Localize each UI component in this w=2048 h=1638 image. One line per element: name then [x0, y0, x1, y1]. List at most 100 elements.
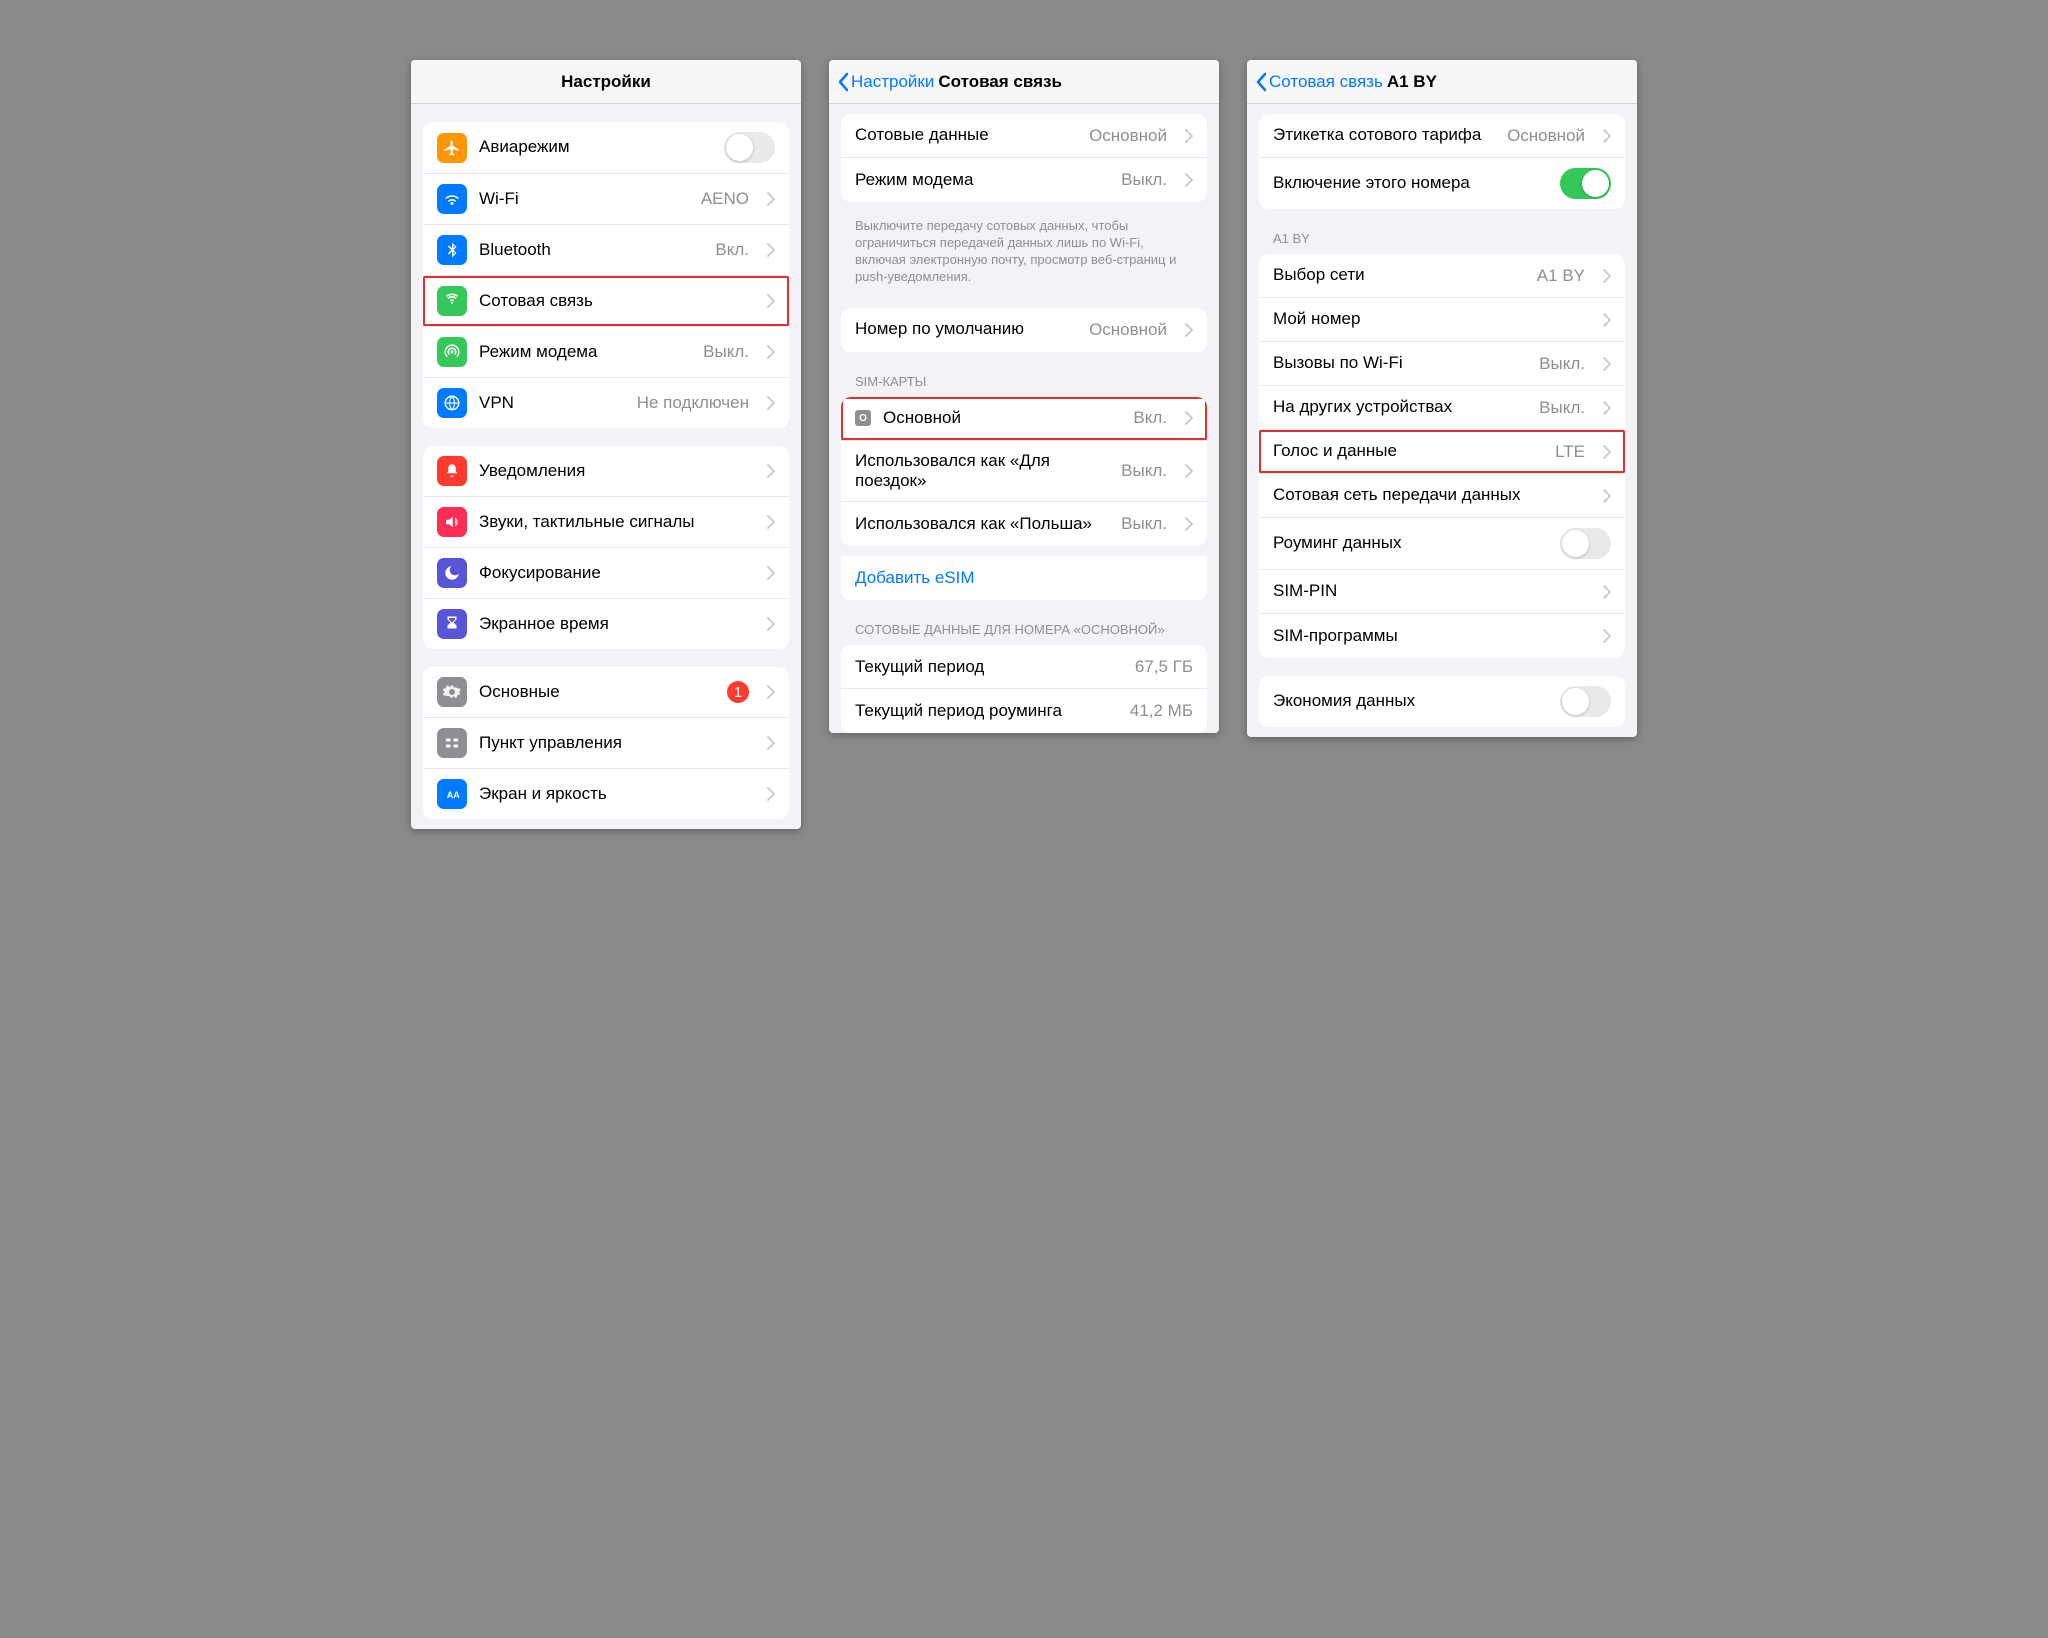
row-label: Основной	[883, 408, 1121, 428]
chevron-right-icon	[767, 566, 775, 580]
chevron-right-icon	[1603, 585, 1611, 599]
settings-row[interactable]: Пункт управления	[423, 718, 789, 769]
nav-title: Сотовая связь	[938, 72, 1062, 92]
chevron-right-icon	[767, 617, 775, 631]
row-value: Основной	[1507, 126, 1585, 146]
row-value: Основной	[1089, 320, 1167, 340]
row-label: Фокусирование	[479, 563, 749, 583]
toggle[interactable]	[1560, 168, 1611, 199]
airplane-icon	[437, 133, 467, 163]
settings-row[interactable]: Уведомления	[423, 446, 789, 497]
settings-row[interactable]: Использовался как «Польша» Выкл.	[841, 502, 1207, 546]
chevron-right-icon	[767, 736, 775, 750]
settings-row[interactable]: Роуминг данных	[1259, 518, 1625, 570]
settings-row[interactable]: Режим модемаВыкл.	[841, 158, 1207, 202]
settings-row[interactable]: Экономия данных	[1259, 676, 1625, 727]
chevron-right-icon	[1603, 489, 1611, 503]
chevron-right-icon	[1185, 464, 1193, 478]
settings-row[interactable]: Использовался как «Для поездок»Выкл.	[841, 441, 1207, 503]
usage-header: СОТОВЫЕ ДАННЫЕ ДЛЯ НОМЕРА «ОСНОВНОЙ»	[829, 616, 1219, 643]
row-label: SIM-программы	[1273, 626, 1585, 646]
row-value: AENO	[701, 189, 749, 209]
chevron-right-icon	[767, 396, 775, 410]
row-label: Экранное время	[479, 614, 749, 634]
toggle[interactable]	[1560, 686, 1611, 717]
row-label: Голос и данные	[1273, 441, 1543, 461]
back-button[interactable]: Сотовая связь	[1255, 72, 1383, 92]
row-label: На других устройствах	[1273, 397, 1527, 417]
row-value: Выкл.	[703, 342, 749, 362]
cellular-data-note: Выключите передачу сотовых данных, чтобы…	[829, 212, 1219, 290]
vpn-icon	[437, 388, 467, 418]
bell-icon	[437, 456, 467, 486]
add-esim-button[interactable]: Добавить eSIM	[841, 556, 1207, 600]
toggle[interactable]	[1560, 528, 1611, 559]
row-label: Выбор сети	[1273, 265, 1525, 285]
settings-row[interactable]: Номер по умолчаниюОсновной	[841, 308, 1207, 352]
row-value: A1 BY	[1537, 266, 1585, 286]
chevron-right-icon	[767, 294, 775, 308]
svg-text:AA: AA	[447, 790, 460, 800]
settings-row[interactable]: Этикетка сотового тарифаОсновной	[1259, 114, 1625, 158]
chevron-right-icon	[1603, 401, 1611, 415]
chevron-right-icon	[1185, 129, 1193, 143]
row-value: Выкл.	[1539, 354, 1585, 374]
settings-row[interactable]: Режим модема Выкл.	[423, 327, 789, 378]
settings-row[interactable]: O Основной Вкл.	[841, 397, 1207, 441]
settings-row[interactable]: VPNНе подключен	[423, 378, 789, 428]
row-label: Вызовы по Wi-Fi	[1273, 353, 1527, 373]
settings-row[interactable]: Сотовые данныеОсновной	[841, 114, 1207, 158]
nav-bar: Сотовая связь A1 BY	[1247, 60, 1637, 104]
settings-row[interactable]: Текущий период67,5 ГБ	[841, 645, 1207, 689]
chevron-right-icon	[767, 515, 775, 529]
settings-row[interactable]: Экранное время	[423, 599, 789, 649]
settings-row[interactable]: Bluetooth Вкл.	[423, 225, 789, 276]
bluetooth-icon	[437, 235, 467, 265]
chevron-right-icon	[767, 464, 775, 478]
settings-row[interactable]: AA Экран и яркость	[423, 769, 789, 819]
toggle[interactable]	[724, 132, 775, 163]
row-label: Bluetooth	[479, 240, 703, 260]
row-value: Вкл.	[1133, 408, 1167, 428]
settings-row[interactable]: Выбор сети A1 BY	[1259, 254, 1625, 298]
sim-cards-header: SIM-КАРТЫ	[829, 368, 1219, 395]
back-label: Настройки	[851, 72, 934, 92]
row-value: Выкл.	[1121, 514, 1167, 534]
nav-title: Настройки	[561, 72, 651, 92]
settings-row[interactable]: Основные1	[423, 667, 789, 718]
row-label: Режим модема	[479, 342, 691, 362]
row-label: Сотовая сеть передачи данных	[1273, 485, 1585, 505]
settings-row[interactable]: Мой номер	[1259, 298, 1625, 342]
chevron-right-icon	[1185, 411, 1193, 425]
row-value: Выкл.	[1121, 461, 1167, 481]
settings-row[interactable]: Включение этого номера	[1259, 158, 1625, 209]
settings-row[interactable]: Голос и данныеLTE	[1259, 430, 1625, 474]
settings-row[interactable]: Wi-FiAENO	[423, 174, 789, 225]
row-label: Текущий период роуминга	[855, 701, 1118, 721]
back-label: Сотовая связь	[1269, 72, 1383, 92]
chevron-right-icon	[1603, 129, 1611, 143]
settings-row[interactable]: Сотовая связь	[423, 276, 789, 327]
row-label: VPN	[479, 393, 625, 413]
moon-icon	[437, 558, 467, 588]
settings-row[interactable]: SIM-PIN	[1259, 570, 1625, 614]
settings-row[interactable]: Текущий период роуминга41,2 МБ	[841, 689, 1207, 733]
gear-icon	[437, 677, 467, 707]
row-label: Мой номер	[1273, 309, 1585, 329]
sim-badge-icon: O	[855, 410, 871, 426]
settings-row[interactable]: На других устройствахВыкл.	[1259, 386, 1625, 430]
row-label: Экран и яркость	[479, 784, 749, 804]
back-button[interactable]: Настройки	[837, 72, 934, 92]
settings-row[interactable]: Сотовая сеть передачи данных	[1259, 474, 1625, 518]
row-value: Вкл.	[715, 240, 749, 260]
row-label: Роуминг данных	[1273, 533, 1548, 553]
settings-row[interactable]: Вызовы по Wi-Fi Выкл.	[1259, 342, 1625, 386]
row-label: Использовался как «Польша»	[855, 514, 1109, 534]
settings-row[interactable]: Фокусирование	[423, 548, 789, 599]
carrier-header: A1 BY	[1247, 225, 1637, 252]
settings-row[interactable]: Звуки, тактильные сигналы	[423, 497, 789, 548]
settings-row[interactable]: SIM-программы	[1259, 614, 1625, 658]
settings-row[interactable]: Авиарежим	[423, 122, 789, 174]
control-icon	[437, 728, 467, 758]
nav-bar: Настройки	[411, 60, 801, 104]
